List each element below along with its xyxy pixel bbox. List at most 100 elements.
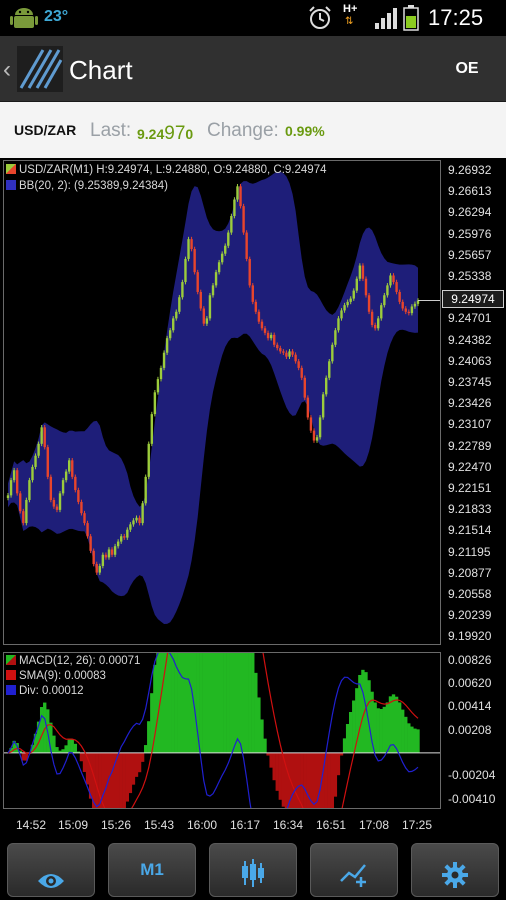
indicators-button[interactable] <box>310 843 398 897</box>
bb-legend: BB(20, 2): (9.25389,9.24384) <box>6 180 168 192</box>
candle-body <box>19 493 22 512</box>
sma-swatch <box>6 670 16 680</box>
candle-body <box>404 308 407 312</box>
candle-body <box>355 278 359 291</box>
price-tick-label: 9.24701 <box>448 311 492 326</box>
price-tick-label: 9.25976 <box>448 226 492 241</box>
candle-body <box>343 305 346 311</box>
weather-temperature: 23° <box>44 8 69 25</box>
macd-histogram-bar <box>248 653 252 753</box>
candle-body <box>37 443 40 456</box>
candle-body <box>254 301 258 312</box>
macd-histogram-bar <box>397 702 402 753</box>
price-tick-label: 9.22470 <box>448 459 492 474</box>
last-label: Last: <box>90 120 132 141</box>
macd-histogram-bar <box>156 653 160 753</box>
macd-histogram-bar <box>401 709 405 753</box>
settings-button[interactable] <box>411 843 499 897</box>
candle-body <box>159 367 163 380</box>
signal-icon <box>375 8 397 29</box>
macd-histogram-bar <box>180 653 185 753</box>
macd-histogram-bar <box>208 653 212 753</box>
price-tick-label: 9.19920 <box>448 629 492 644</box>
candle-body <box>123 536 126 538</box>
macd-histogram-bar <box>244 653 249 753</box>
android-icon <box>10 8 38 28</box>
candle-body <box>205 318 209 324</box>
macd-histogram-bar <box>134 752 139 777</box>
candle-body <box>285 352 288 357</box>
macd-histogram-bar <box>125 752 130 802</box>
macd-histogram-bar <box>39 707 44 753</box>
app-logo-icon[interactable] <box>17 46 63 92</box>
candle-body <box>227 232 230 246</box>
candle-body <box>303 377 306 398</box>
time-tick-label: 16:51 <box>316 818 347 832</box>
macd-histogram-bar <box>116 752 120 808</box>
macd-histogram-bar <box>275 752 279 791</box>
candle-body <box>64 471 68 481</box>
macd-histogram-bar <box>407 723 411 753</box>
candle-body <box>309 417 313 431</box>
macd-legend-text: MACD(12, 26): 0.00071 <box>19 655 141 667</box>
candle-body <box>89 536 92 551</box>
macd-histogram-bar <box>290 752 295 808</box>
candle-body <box>46 447 49 477</box>
candle-body <box>239 186 242 207</box>
view-button[interactable] <box>7 843 95 897</box>
back-chevron-icon[interactable]: ‹ <box>3 56 11 84</box>
macd-histogram-bar <box>327 752 331 808</box>
macd-histogram-bar <box>171 653 175 753</box>
series-legend-text: USD/ZAR(M1) H:9.24974, L:9.24880, O:9.24… <box>19 164 327 176</box>
price-chart[interactable] <box>4 161 440 644</box>
macd-histogram-bar <box>140 752 145 762</box>
bb-legend-text: BB(20, 2): (9.25389,9.24384) <box>19 180 168 192</box>
candle-body <box>49 476 53 500</box>
macd-histogram-bar <box>278 752 282 800</box>
candle-body <box>251 285 254 302</box>
macd-histogram-bar <box>128 752 133 794</box>
macd-tick-label: 0.00208 <box>448 723 492 737</box>
macd-histogram-bar <box>131 752 136 785</box>
candle-body <box>217 262 221 273</box>
macd-histogram-bar <box>342 738 347 753</box>
macd-histogram-bar <box>269 752 273 768</box>
last-price: 9.24970 <box>137 123 193 145</box>
macd-histogram-bar <box>410 726 414 753</box>
candle-body <box>86 523 89 537</box>
candle-body <box>331 344 334 362</box>
macd-histogram-bar <box>330 752 335 808</box>
series-legend: USD/ZAR(M1) H:9.24974, L:9.24880, O:9.24… <box>6 164 327 176</box>
timeframe-button[interactable]: M1 <box>108 843 196 897</box>
candle-body <box>269 334 273 339</box>
quote-bar: USD/ZAR Last: 9.24970 Change: 0.99% <box>0 102 506 158</box>
time-tick-label: 16:00 <box>187 818 218 832</box>
price-tick-label: 9.22151 <box>448 481 492 495</box>
candle-body <box>377 318 380 329</box>
candle-body <box>361 265 365 279</box>
candlestick-icon <box>242 859 264 887</box>
chart-type-button[interactable] <box>209 843 297 897</box>
macd-histogram-bar <box>333 752 338 797</box>
macd-histogram-bar <box>61 749 65 753</box>
candle-body <box>40 427 43 444</box>
candle-body <box>95 564 98 573</box>
bottom-toolbar: M1 <box>0 838 506 900</box>
macd-histogram-bar <box>73 743 77 753</box>
candle-body <box>120 536 123 542</box>
order-entry-button[interactable]: OE <box>436 48 498 90</box>
candle-body <box>373 324 377 329</box>
candle-body <box>367 295 371 312</box>
macd-histogram-bar <box>205 653 209 753</box>
candle-body <box>74 476 77 491</box>
candle-body <box>113 546 117 555</box>
candle-body <box>294 354 297 362</box>
price-chart-panel[interactable]: USD/ZAR(M1) H:9.24974, L:9.24880, O:9.24… <box>3 160 441 645</box>
last-price-suffix: 0 <box>185 126 194 142</box>
macd-panel[interactable]: MACD(12, 26): 0.00071 SMA(9): 0.00083 Di… <box>3 652 441 809</box>
div-legend-text: Div: 0.00012 <box>19 685 84 697</box>
candle-body <box>312 430 316 441</box>
macd-histogram-bar <box>64 745 68 753</box>
candle-body <box>272 334 276 345</box>
candle-body <box>211 285 215 296</box>
